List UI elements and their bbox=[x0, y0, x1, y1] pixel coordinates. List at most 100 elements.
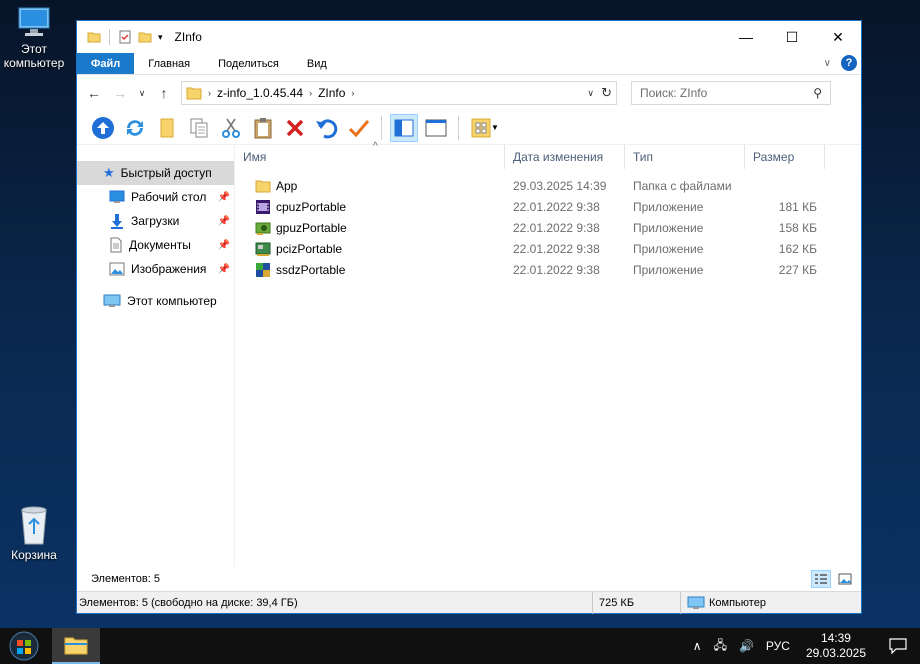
customize-qa-icon[interactable]: ▾ bbox=[158, 32, 163, 43]
pin-icon[interactable]: 📌 bbox=[218, 192, 230, 203]
folder-button[interactable] bbox=[153, 114, 181, 142]
star-icon: ★ bbox=[103, 165, 115, 180]
table-row[interactable]: gpuzPortable 22.01.2022 9:38 Приложение … bbox=[235, 217, 861, 238]
network-icon[interactable]: 🖧 bbox=[708, 636, 733, 657]
column-size[interactable]: Размер bbox=[745, 145, 825, 169]
preview-pane-toggle[interactable] bbox=[422, 114, 450, 142]
nav-desktop-label: Рабочий стол bbox=[131, 190, 207, 204]
refresh-button[interactable] bbox=[121, 114, 149, 142]
file-type: Приложение bbox=[633, 262, 704, 277]
file-type: Приложение bbox=[633, 241, 704, 256]
nav-downloads[interactable]: Загрузки 📌 bbox=[77, 209, 234, 233]
up-arrow-icon bbox=[92, 116, 114, 139]
tab-view[interactable]: Вид bbox=[293, 53, 341, 74]
breadcrumb-current[interactable]: ZInfo bbox=[318, 86, 345, 100]
delete-button[interactable] bbox=[281, 114, 309, 142]
desktop-this-pc[interactable]: Этот компьютер bbox=[0, 4, 68, 70]
maximize-button[interactable]: ☐ bbox=[769, 21, 815, 53]
chevron-right-icon[interactable]: › bbox=[351, 88, 354, 98]
chevron-right-icon[interactable]: › bbox=[309, 88, 312, 98]
pin-icon[interactable]: 📌 bbox=[218, 264, 230, 275]
breadcrumb-parent[interactable]: z-info_1.0.45.44 bbox=[217, 86, 303, 100]
minimize-button[interactable]: — bbox=[723, 21, 769, 53]
details-view-button[interactable] bbox=[811, 570, 831, 588]
nav-pictures-label: Изображения bbox=[131, 262, 207, 276]
language-indicator[interactable]: РУС bbox=[760, 639, 796, 653]
column-headers: ^ Имя Дата изменения Тип Размер bbox=[235, 141, 861, 169]
file-date: 22.01.2022 9:38 bbox=[513, 241, 600, 256]
column-name[interactable]: Имя bbox=[235, 145, 505, 169]
search-box[interactable]: Поиск: ZInfo ⚲ bbox=[631, 81, 831, 105]
clock[interactable]: 14:39 29.03.2025 bbox=[796, 631, 876, 661]
table-row[interactable]: ssdzPortable 22.01.2022 9:38 Приложение … bbox=[235, 259, 861, 280]
copy-button[interactable] bbox=[185, 114, 213, 142]
folder-icon bbox=[186, 87, 202, 100]
file-list: ^ Имя Дата изменения Тип Размер App 29.0… bbox=[235, 141, 861, 567]
nav-documents[interactable]: Документы 📌 bbox=[77, 233, 234, 257]
notifications-button[interactable] bbox=[876, 638, 920, 654]
help-icon[interactable]: ? bbox=[841, 55, 857, 71]
pin-icon[interactable]: 📌 bbox=[218, 216, 230, 227]
table-row[interactable]: pcizPortable 22.01.2022 9:38 Приложение … bbox=[235, 238, 861, 259]
computer-icon bbox=[18, 7, 50, 36]
file-size: 227 КБ bbox=[778, 262, 817, 277]
address-dropdown-icon[interactable]: ∨ bbox=[587, 88, 594, 99]
chevron-right-icon[interactable]: › bbox=[208, 88, 211, 98]
folder-icon bbox=[87, 32, 101, 43]
search-icon[interactable]: ⚲ bbox=[813, 86, 822, 100]
start-button[interactable] bbox=[0, 628, 48, 664]
recycle-bin-icon bbox=[21, 506, 47, 545]
sort-ascending-icon: ^ bbox=[373, 141, 378, 152]
close-button[interactable]: ✕ bbox=[815, 21, 861, 53]
undo-button[interactable] bbox=[313, 114, 341, 142]
navigation-pane: ★ Быстрый доступ Рабочий стол 📌 Загрузки… bbox=[77, 145, 235, 567]
new-folder-icon[interactable] bbox=[138, 30, 152, 44]
taskbar: ∧ 🖧 🔊 РУС 14:39 29.03.2025 bbox=[0, 628, 920, 664]
file-size: 181 КБ bbox=[778, 199, 817, 214]
volume-icon[interactable]: 🔊 bbox=[733, 639, 760, 653]
nav-this-pc-label: Этот компьютер bbox=[127, 294, 217, 308]
table-row[interactable]: App 29.03.2025 14:39 Папка с файлами bbox=[235, 175, 861, 196]
forward-button[interactable]: → bbox=[111, 85, 129, 101]
back-button[interactable]: ← bbox=[85, 85, 103, 101]
clipboard-icon bbox=[254, 117, 272, 138]
cut-button[interactable] bbox=[217, 114, 245, 142]
pin-icon[interactable]: 📌 bbox=[218, 240, 230, 251]
title-bar: ▾ ZInfo — ☐ ✕ bbox=[77, 21, 861, 53]
tab-share[interactable]: Поделиться bbox=[204, 53, 293, 74]
ribbon-tabs: Файл Главная Поделиться Вид ∨ ? bbox=[77, 53, 861, 75]
table-row[interactable]: cpuzPortable 22.01.2022 9:38 Приложение … bbox=[235, 196, 861, 217]
desktop-recycle-bin[interactable]: Корзина bbox=[0, 502, 68, 562]
taskbar-explorer-button[interactable] bbox=[52, 628, 100, 664]
navigation-pane-toggle[interactable] bbox=[390, 113, 418, 142]
chevron-up-icon[interactable]: ∧ bbox=[687, 639, 708, 653]
expand-ribbon-icon[interactable]: ∨ bbox=[824, 58, 831, 69]
nav-desktop[interactable]: Рабочий стол 📌 bbox=[77, 185, 234, 209]
nav-quick-access[interactable]: ★ Быстрый доступ bbox=[77, 161, 234, 185]
status-bar: Элементов: 5 (свободно на диске: 39,4 ГБ… bbox=[77, 591, 861, 614]
view-grid-icon bbox=[471, 118, 491, 137]
column-date[interactable]: Дата изменения bbox=[505, 145, 625, 169]
tab-file[interactable]: Файл bbox=[77, 53, 135, 74]
nav-documents-label: Документы bbox=[129, 238, 191, 252]
file-name-cell: pcizPortable bbox=[235, 241, 505, 257]
nav-this-pc[interactable]: Этот компьютер bbox=[77, 289, 234, 313]
pictures-icon bbox=[109, 262, 125, 276]
nav-pictures[interactable]: Изображения 📌 bbox=[77, 257, 234, 281]
up-folder-button[interactable] bbox=[89, 114, 117, 142]
large-icons-view-button[interactable] bbox=[835, 570, 855, 588]
file-name: gpuzPortable bbox=[276, 220, 347, 235]
up-button[interactable]: ↑ bbox=[155, 85, 173, 101]
column-type[interactable]: Тип bbox=[625, 145, 745, 169]
delete-x-icon bbox=[286, 119, 304, 136]
tab-home[interactable]: Главная bbox=[134, 53, 204, 74]
downloads-icon bbox=[111, 214, 123, 229]
properties-icon[interactable] bbox=[118, 30, 132, 44]
view-options-button[interactable]: ▼ bbox=[467, 114, 503, 142]
recent-locations-icon[interactable]: ∨ bbox=[137, 88, 147, 99]
paste-button[interactable] bbox=[249, 114, 277, 142]
refresh-icon[interactable]: ↻ bbox=[601, 85, 612, 101]
select-button[interactable] bbox=[345, 114, 373, 142]
address-bar[interactable]: › z-info_1.0.45.44 › ZInfo › ∨ ↻ bbox=[181, 81, 617, 105]
